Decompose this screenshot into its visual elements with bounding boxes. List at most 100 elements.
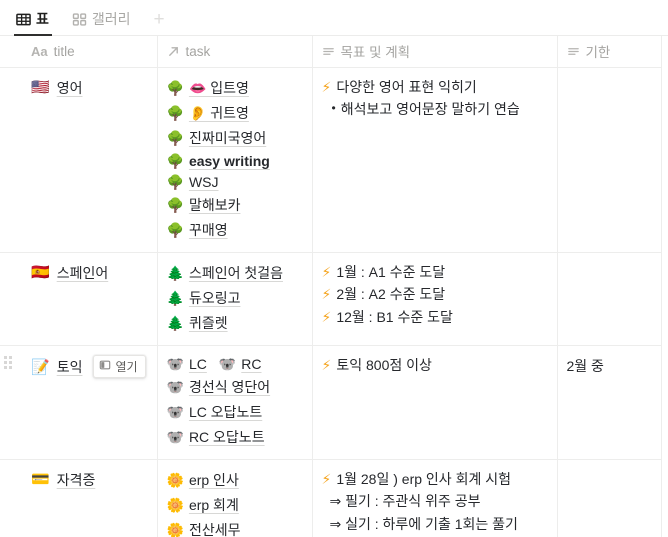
- column-header-title[interactable]: Aa title: [0, 36, 158, 68]
- cell-goal[interactable]: ⚡ 1월 : A1 수준 도달 ⚡ 2월 : A2 수준 도달 ⚡ 12월 : B1 수준…: [312, 252, 558, 346]
- task-emoji-icon: 🌳: [166, 221, 184, 238]
- row-title-link[interactable]: 자격증: [57, 470, 96, 490]
- cell-goal[interactable]: ⚡ 토익 800점 이상: [312, 345, 558, 460]
- due-text: 2월 중: [566, 357, 604, 374]
- database-table: Aa title task 목표 및 계획 기한 🇺🇸 영어 🌳 👄 입트영 🌳…: [0, 36, 662, 537]
- task-row: 🌳 진짜미국영어: [167, 128, 303, 148]
- task-label[interactable]: erp 회계: [189, 495, 239, 515]
- task-emoji-icon: 🌳: [166, 173, 184, 190]
- cell-goal[interactable]: ⚡ 1월 28일 ) erp 인사 회계 시험 ⇒ 필기 : 주관식 위주 공부 ⇒ …: [312, 459, 558, 537]
- cell-task[interactable]: 🐨 LC 🐨 RC 🐨 경선식 영단어 🐨 LC 오답노트 🐨 RC 오답노트: [157, 345, 313, 460]
- table-row: 💳자격증🌼erp 인사🌼erp 회계🌼전산세무🖥️컴활 1급 필기🖥️컴활 1급…: [0, 459, 662, 537]
- task-row: 🌳 말해보카: [167, 195, 303, 215]
- task-item[interactable]: 🌳 진짜미국영어: [167, 128, 267, 148]
- task-item[interactable]: 🐨 경선식 영단어: [167, 377, 271, 397]
- cell-title[interactable]: 🇪🇸 스페인어: [0, 252, 158, 346]
- column-header-task[interactable]: task: [157, 36, 313, 68]
- cell-title[interactable]: 📝 토익 열기: [0, 345, 158, 460]
- cell-task[interactable]: 🌼erp 인사🌼erp 회계🌼전산세무🖥️컴활 1급 필기🖥️컴활 1급 실기: [157, 459, 313, 537]
- column-header-goal[interactable]: 목표 및 계획: [312, 36, 558, 68]
- task-label[interactable]: RC 오답노트: [189, 427, 265, 447]
- task-label[interactable]: 경선식 영단어: [189, 377, 270, 397]
- task-emoji-icon: 🌼: [166, 521, 184, 537]
- cell-title[interactable]: 💳 자격증: [0, 459, 158, 537]
- task-label[interactable]: 스페인어 첫걸음: [189, 263, 283, 283]
- task-label[interactable]: WSJ: [189, 174, 219, 190]
- task-emoji-icon: 🌳: [166, 152, 184, 169]
- task-emoji-icon: 🌳: [166, 79, 184, 96]
- task-item[interactable]: 🌳 WSJ: [167, 174, 219, 190]
- open-page-button[interactable]: 열기: [93, 354, 146, 378]
- task-item[interactable]: 🐨 RC: [219, 356, 262, 372]
- goal-text: 해석보고 영어문장 말하기 연습: [340, 101, 520, 118]
- goal-line: ⚡ 2월 : A2 수준 도달: [322, 285, 548, 304]
- task-label[interactable]: 👂 귀트영: [189, 103, 249, 123]
- task-item[interactable]: 🌳 👄 입트영: [167, 78, 249, 98]
- task-label[interactable]: 꾸매영: [189, 220, 228, 240]
- task-item[interactable]: 🌲 듀오링고: [167, 288, 241, 308]
- task-item[interactable]: 🌳 말해보카: [167, 195, 241, 215]
- row-drag-handle[interactable]: [4, 355, 14, 369]
- task-label[interactable]: RC: [241, 356, 261, 372]
- goal-text: ⇒ 필기 : 주관식 위주 공부: [329, 493, 481, 510]
- column-header-due-label: 기한: [585, 45, 611, 61]
- tab-table[interactable]: 표: [14, 2, 58, 36]
- column-header-task-label: task: [185, 43, 211, 59]
- task-item[interactable]: 🌳 👂 귀트영: [167, 103, 249, 123]
- task-emoji-icon: 🌳: [166, 196, 184, 213]
- open-page-button-label: 열기: [115, 359, 138, 374]
- cell-due[interactable]: 2월 중: [557, 345, 662, 460]
- task-emoji-icon: 🐨: [166, 428, 184, 445]
- task-item[interactable]: 🌲 스페인어 첫걸음: [167, 263, 284, 283]
- task-row: 🌳 👄 입트영: [167, 78, 303, 98]
- cell-task[interactable]: 🌳 👄 입트영 🌳 👂 귀트영 🌳 진짜미국영어 🌳 easy writing 🌳 WSJ 🌳 말해보…: [157, 67, 313, 253]
- task-item[interactable]: 🐨 LC 오답노트: [167, 402, 263, 422]
- task-item[interactable]: 🌳 easy writing: [167, 153, 270, 169]
- goal-line: ⚡ 1월 : A1 수준 도달: [322, 263, 548, 282]
- task-label[interactable]: LC 오답노트: [189, 402, 262, 422]
- task-label[interactable]: 👄 입트영: [189, 78, 249, 98]
- row-title-link[interactable]: 영어: [57, 78, 83, 98]
- task-row: 🐨 LC 🐨 RC: [167, 356, 303, 372]
- task-row: 🐨 경선식 영단어: [167, 377, 303, 397]
- table-container: Aa title task 목표 및 계획 기한 🇺🇸 영어 🌳 👄 입트영 🌳…: [0, 36, 668, 537]
- cell-goal[interactable]: ⚡ 다양한 영어 표현 익히기 • 해석보고 영어문장 말하기 연습: [312, 67, 558, 253]
- row-title-link[interactable]: 스페인어: [57, 263, 109, 283]
- task-label[interactable]: 퀴즐렛: [189, 313, 228, 333]
- task-item[interactable]: 🐨 RC 오답노트: [167, 427, 265, 447]
- cell-title[interactable]: 🇺🇸 영어: [0, 67, 158, 253]
- cell-due[interactable]: [557, 67, 662, 253]
- add-view-button[interactable]: +: [152, 10, 171, 36]
- task-item[interactable]: 🌼 erp 인사: [167, 470, 239, 490]
- relation-arrow-icon: [167, 45, 180, 58]
- task-label[interactable]: 전산세무: [189, 520, 241, 537]
- task-label[interactable]: LC: [189, 356, 207, 372]
- table-body: 🇺🇸 영어 🌳 👄 입트영 🌳 👂 귀트영 🌳 진짜미국영어 🌳 easy writing 🌳 WSJ…: [0, 67, 662, 537]
- goal-line: ⚡ 1월 28일 ) erp 인사 회계 시험: [322, 470, 548, 489]
- task-row: 🌼 전산세무: [167, 520, 303, 537]
- task-label[interactable]: erp 인사: [189, 470, 239, 490]
- column-header-goal-label: 목표 및 계획: [340, 45, 411, 61]
- cell-due[interactable]: [557, 252, 662, 346]
- task-item[interactable]: 🌼 전산세무: [167, 520, 241, 537]
- task-row: 🌳 꾸매영: [167, 220, 303, 240]
- cell-task[interactable]: 🌲 스페인어 첫걸음 🌲 듀오링고 🌲 퀴즐렛: [157, 252, 313, 346]
- task-item[interactable]: 🌳 꾸매영: [167, 220, 228, 240]
- column-header-title-label: title: [53, 43, 75, 59]
- row-title-link[interactable]: 토익: [57, 357, 83, 377]
- task-label[interactable]: 말해보카: [189, 195, 241, 215]
- task-label[interactable]: easy writing: [189, 153, 270, 169]
- column-header-due[interactable]: 기한: [557, 36, 662, 68]
- task-label[interactable]: 듀오링고: [189, 288, 241, 308]
- tab-gallery[interactable]: 갤러리: [70, 2, 140, 36]
- cell-due[interactable]: [557, 459, 662, 537]
- task-row: 🌲 퀴즐렛: [167, 313, 303, 333]
- task-item[interactable]: 🐨 LC: [167, 356, 207, 372]
- task-item[interactable]: 🌼 erp 회계: [167, 495, 239, 515]
- goal-sub-line: ⇒ 실기 : 하루에 기출 1회는 풀기: [322, 515, 548, 533]
- goal-text: 12월 : B1 수준 도달: [336, 309, 453, 326]
- task-emoji-icon: 🌲: [166, 314, 184, 331]
- task-item[interactable]: 🌲 퀴즐렛: [167, 313, 228, 333]
- aa-text-icon: Aa: [31, 43, 48, 59]
- task-label[interactable]: 진짜미국영어: [189, 128, 266, 148]
